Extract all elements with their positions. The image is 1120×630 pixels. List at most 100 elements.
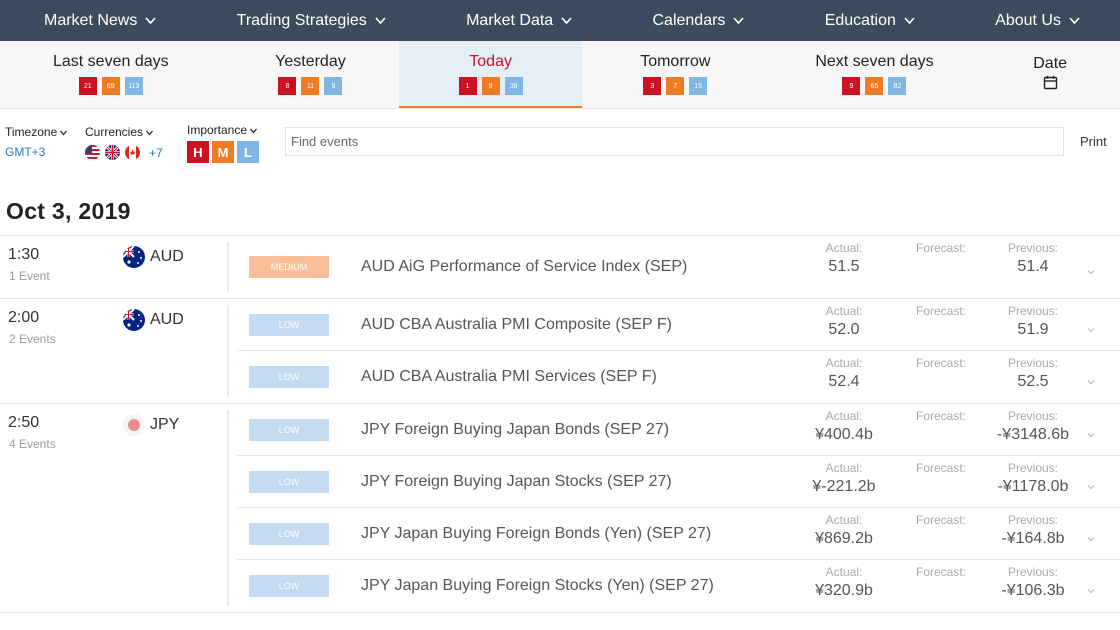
tab-today[interactable]: Today 1 9 38 bbox=[399, 41, 582, 108]
medium-count: 7 bbox=[666, 77, 685, 95]
importance-low-button[interactable]: L bbox=[237, 141, 259, 163]
actual-value: 51.5 bbox=[828, 258, 860, 275]
low-count: 82 bbox=[888, 77, 907, 95]
importance-high-button[interactable]: H bbox=[187, 141, 209, 163]
event-counts: 3 7 15 bbox=[643, 77, 708, 95]
chevron-down-icon[interactable] bbox=[1087, 321, 1095, 332]
tab-label: Tomorrow bbox=[640, 53, 711, 70]
event-row[interactable]: LOW JPY Japan Buying Foreign Bonds (Yen)… bbox=[237, 508, 1120, 560]
actual-column: Actual: ¥869.2b bbox=[807, 513, 881, 548]
event-time: 2:00 bbox=[8, 309, 40, 326]
find-events-input[interactable] bbox=[285, 127, 1064, 156]
forecast-label: Forecast: bbox=[915, 565, 966, 579]
chevron-down-icon[interactable] bbox=[1087, 478, 1095, 489]
actual-value: ¥400.4b bbox=[815, 426, 873, 443]
previous-label: Previous: bbox=[1007, 565, 1059, 579]
australia-flag-icon bbox=[123, 246, 145, 268]
importance-medium-button[interactable]: M bbox=[212, 141, 234, 163]
forecast-label: Forecast: bbox=[915, 513, 966, 527]
tab-last-seven-days[interactable]: Last seven days 21 69 113 bbox=[0, 41, 222, 108]
chevron-down-icon bbox=[60, 125, 68, 139]
chevron-down-icon bbox=[375, 16, 386, 25]
nav-calendars[interactable]: Calendars bbox=[652, 12, 745, 30]
chevron-down-icon bbox=[904, 16, 915, 25]
nav-label: Education bbox=[824, 11, 896, 29]
event-row[interactable]: LOW JPY Japan Buying Foreign Stocks (Yen… bbox=[237, 560, 1120, 612]
importance-badge: LOW bbox=[249, 522, 329, 545]
chevron-down-icon[interactable] bbox=[1087, 582, 1095, 594]
forecast-label: Forecast: bbox=[915, 241, 966, 255]
timezone-filter[interactable]: Timezone GMT+3 bbox=[5, 125, 68, 159]
previous-column: Previous: -¥164.8b bbox=[983, 513, 1083, 548]
actual-label: Actual: bbox=[825, 304, 863, 318]
tab-tomorrow[interactable]: Tomorrow 3 7 15 bbox=[582, 41, 769, 108]
chevron-down-icon[interactable] bbox=[1087, 426, 1095, 437]
australia-flag-icon bbox=[123, 309, 145, 331]
importance-badge: LOW bbox=[249, 313, 329, 336]
nav-market-data[interactable]: Market Data bbox=[466, 12, 572, 30]
timezone-value[interactable]: GMT+3 bbox=[5, 145, 67, 159]
previous-label: Previous: bbox=[1007, 304, 1059, 318]
us-flag-icon bbox=[85, 145, 100, 160]
print-button[interactable]: Print bbox=[1080, 134, 1107, 149]
forecast-column: Forecast: bbox=[901, 461, 981, 478]
actual-value: 52.4 bbox=[828, 373, 860, 390]
event-title[interactable]: AUD AiG Performance of Service Index (SE… bbox=[361, 258, 687, 276]
event-row[interactable]: LOW JPY Foreign Buying Japan Stocks (SEP… bbox=[237, 456, 1120, 508]
event-counts: 8 11 9 bbox=[278, 77, 343, 95]
event-counts: 21 69 113 bbox=[78, 77, 143, 95]
tab-label: Today bbox=[469, 53, 512, 70]
event-title[interactable]: JPY Japan Buying Foreign Bonds (Yen) (SE… bbox=[361, 525, 711, 543]
forecast-column: Forecast: bbox=[901, 304, 981, 321]
medium-count: 11 bbox=[301, 77, 320, 95]
importance-label[interactable]: Importance bbox=[187, 123, 247, 137]
tab-date[interactable]: Date bbox=[980, 41, 1120, 108]
importance-badge: LOW bbox=[249, 470, 329, 493]
currencies-label: Currencies bbox=[85, 125, 144, 139]
high-count: 9 bbox=[842, 77, 861, 95]
high-count: 3 bbox=[643, 77, 662, 95]
previous-value: -¥106.3b bbox=[1001, 582, 1065, 599]
forecast-label: Forecast: bbox=[915, 304, 966, 318]
event-group: 2:50 4 Events JPY LOW JPY Foreign Buying… bbox=[0, 403, 1120, 613]
importance-badge: LOW bbox=[249, 418, 329, 441]
previous-label: Previous: bbox=[1007, 241, 1059, 255]
actual-column: Actual: ¥-221.2b bbox=[807, 461, 881, 496]
currencies-filter[interactable]: Currencies +7 bbox=[85, 125, 163, 160]
tab-next-seven-days[interactable]: Next seven days 9 65 82 bbox=[769, 41, 981, 108]
group-divider bbox=[227, 410, 229, 606]
nav-trading-strategies[interactable]: Trading Strategies bbox=[237, 12, 386, 30]
chevron-down-icon bbox=[250, 123, 258, 137]
forecast-column: Forecast: bbox=[901, 241, 981, 258]
previous-column: Previous: 51.4 bbox=[983, 241, 1083, 276]
event-time: 2:50 bbox=[8, 414, 40, 431]
nav-label: About Us bbox=[995, 11, 1061, 29]
event-list: 1:30 1 Event AUD MEDIUM AUD AiG Performa… bbox=[0, 235, 1120, 613]
currency-code: AUD bbox=[150, 248, 184, 265]
event-title[interactable]: AUD CBA Australia PMI Composite (SEP F) bbox=[361, 316, 672, 334]
nav-education[interactable]: Education bbox=[824, 11, 915, 30]
event-counts: 9 65 82 bbox=[842, 77, 907, 95]
uk-flag-icon bbox=[105, 145, 120, 160]
chevron-down-icon[interactable] bbox=[1087, 373, 1095, 385]
actual-column: Actual: ¥400.4b bbox=[807, 409, 881, 444]
chevron-down-icon[interactable] bbox=[1087, 530, 1095, 541]
actual-column: Actual: 51.5 bbox=[807, 241, 881, 276]
event-row[interactable]: LOW AUD CBA Australia PMI Services (SEP … bbox=[237, 351, 1120, 403]
nav-about-us[interactable]: About Us bbox=[995, 11, 1080, 30]
tab-yesterday[interactable]: Yesterday 8 11 9 bbox=[222, 41, 400, 108]
event-title[interactable]: JPY Foreign Buying Japan Bonds (SEP 27) bbox=[361, 421, 669, 439]
previous-value: 52.5 bbox=[1017, 373, 1049, 390]
actual-label: Actual: bbox=[825, 409, 863, 423]
tab-label: Next seven days bbox=[815, 53, 934, 70]
event-title[interactable]: AUD CBA Australia PMI Services (SEP F) bbox=[361, 368, 657, 386]
nav-market-news[interactable]: Market News bbox=[44, 12, 156, 30]
event-title[interactable]: JPY Foreign Buying Japan Stocks (SEP 27) bbox=[361, 473, 672, 491]
previous-column: Previous: 51.9 bbox=[983, 304, 1083, 339]
event-title[interactable]: JPY Japan Buying Foreign Stocks (Yen) (S… bbox=[361, 577, 714, 595]
event-row[interactable]: LOW AUD CBA Australia PMI Composite (SEP… bbox=[237, 299, 1120, 351]
event-row[interactable]: MEDIUM AUD AiG Performance of Service In… bbox=[237, 236, 1120, 298]
event-row[interactable]: LOW JPY Foreign Buying Japan Bonds (SEP … bbox=[237, 404, 1120, 456]
chevron-down-icon[interactable] bbox=[1087, 263, 1095, 275]
more-currencies-count[interactable]: +7 bbox=[149, 146, 163, 160]
